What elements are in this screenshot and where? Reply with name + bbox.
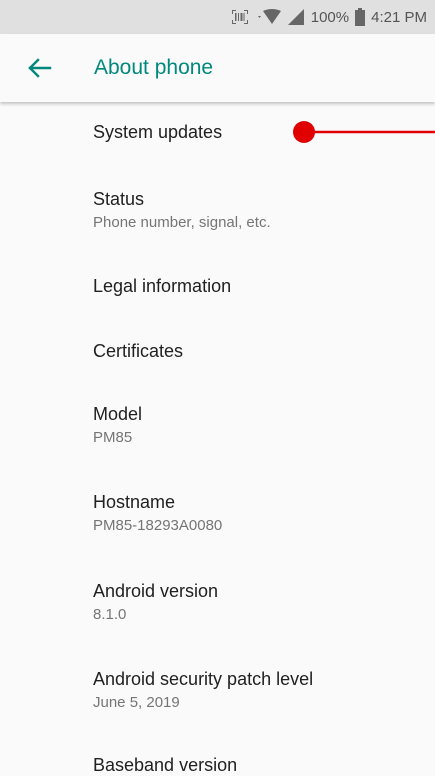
- item-title: System updates: [93, 122, 223, 142]
- list-item-status[interactable]: Status Phone number, signal, etc.: [93, 189, 271, 231]
- app-bar: About phone: [0, 34, 435, 102]
- battery-percent: 100%: [310, 8, 350, 26]
- item-title: Model: [93, 404, 143, 424]
- annotation-pointer: [293, 121, 435, 143]
- item-subtitle: PM85-18293A0080: [93, 517, 223, 534]
- item-title: Baseband version: [93, 755, 238, 775]
- status-icons: 100% 4:21 PM: [231, 0, 427, 34]
- list-item-baseband-version[interactable]: Baseband version: [93, 755, 237, 776]
- wifi-icon: [257, 9, 281, 24]
- list-item-hostname[interactable]: Hostname PM85-18293A0080: [93, 492, 222, 534]
- item-title: Status: [93, 189, 145, 209]
- status-bar: 100% 4:21 PM: [0, 0, 435, 34]
- scanner-icon: [231, 10, 248, 24]
- item-title: Android security patch level: [93, 669, 314, 689]
- item-subtitle: 8.1.0: [93, 606, 127, 623]
- list-item-android-version[interactable]: Android version 8.1.0: [93, 581, 218, 623]
- item-subtitle: June 5, 2019: [93, 694, 180, 711]
- arrow-back-icon[interactable]: [24, 52, 56, 84]
- battery-icon: [355, 8, 366, 26]
- item-title: Hostname: [93, 492, 176, 512]
- clock: 4:21 PM: [371, 8, 427, 26]
- item-title: Legal information: [93, 276, 232, 296]
- list-item-model[interactable]: Model PM85: [93, 404, 142, 446]
- list-item-security-patch-level[interactable]: Android security patch level June 5, 201…: [93, 669, 313, 711]
- item-title: Android version: [93, 581, 219, 601]
- item-subtitle: PM85: [93, 429, 133, 446]
- cell-signal-icon: [287, 9, 304, 25]
- item-subtitle: Phone number, signal, etc.: [93, 214, 271, 231]
- list-item-system-updates[interactable]: System updates: [93, 122, 222, 143]
- list-item-legal-information[interactable]: Legal information: [93, 276, 231, 297]
- page-title: About phone: [94, 56, 214, 79]
- list-item-certificates[interactable]: Certificates: [93, 341, 183, 362]
- item-title: Certificates: [93, 341, 184, 361]
